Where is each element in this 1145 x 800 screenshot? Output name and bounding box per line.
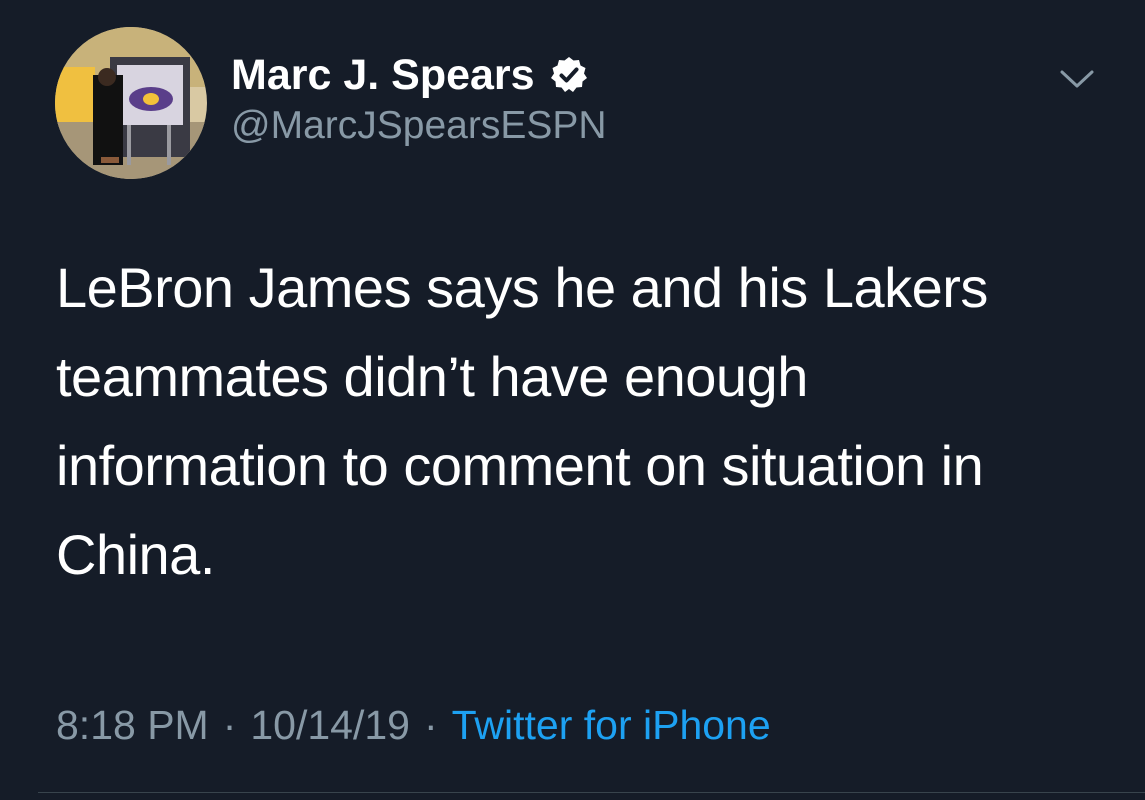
- tweet-text: LeBron James says he and his Lakers team…: [56, 256, 988, 586]
- meta-separator: ·: [423, 701, 438, 748]
- tweet-source-link[interactable]: Twitter for iPhone: [452, 702, 771, 749]
- meta-separator: ·: [222, 701, 237, 748]
- tweet-meta: 8:18 PM · 10/14/19 · Twitter for iPhone: [56, 700, 771, 750]
- author-name-row: Marc J. Spears: [231, 50, 589, 100]
- author-display-name[interactable]: Marc J. Spears: [231, 50, 535, 100]
- avatar[interactable]: [55, 27, 207, 179]
- divider: [38, 792, 1145, 793]
- author-handle[interactable]: @MarcJSpearsESPN: [231, 103, 607, 149]
- tweet-card: Marc J. Spears @MarcJSpearsESPN LeBron J…: [0, 0, 1145, 800]
- tweet-time[interactable]: 8:18 PM: [56, 702, 209, 749]
- tweet-date[interactable]: 10/14/19: [250, 702, 410, 749]
- chevron-down-icon[interactable]: [1054, 58, 1100, 98]
- verified-badge-icon: [549, 55, 589, 95]
